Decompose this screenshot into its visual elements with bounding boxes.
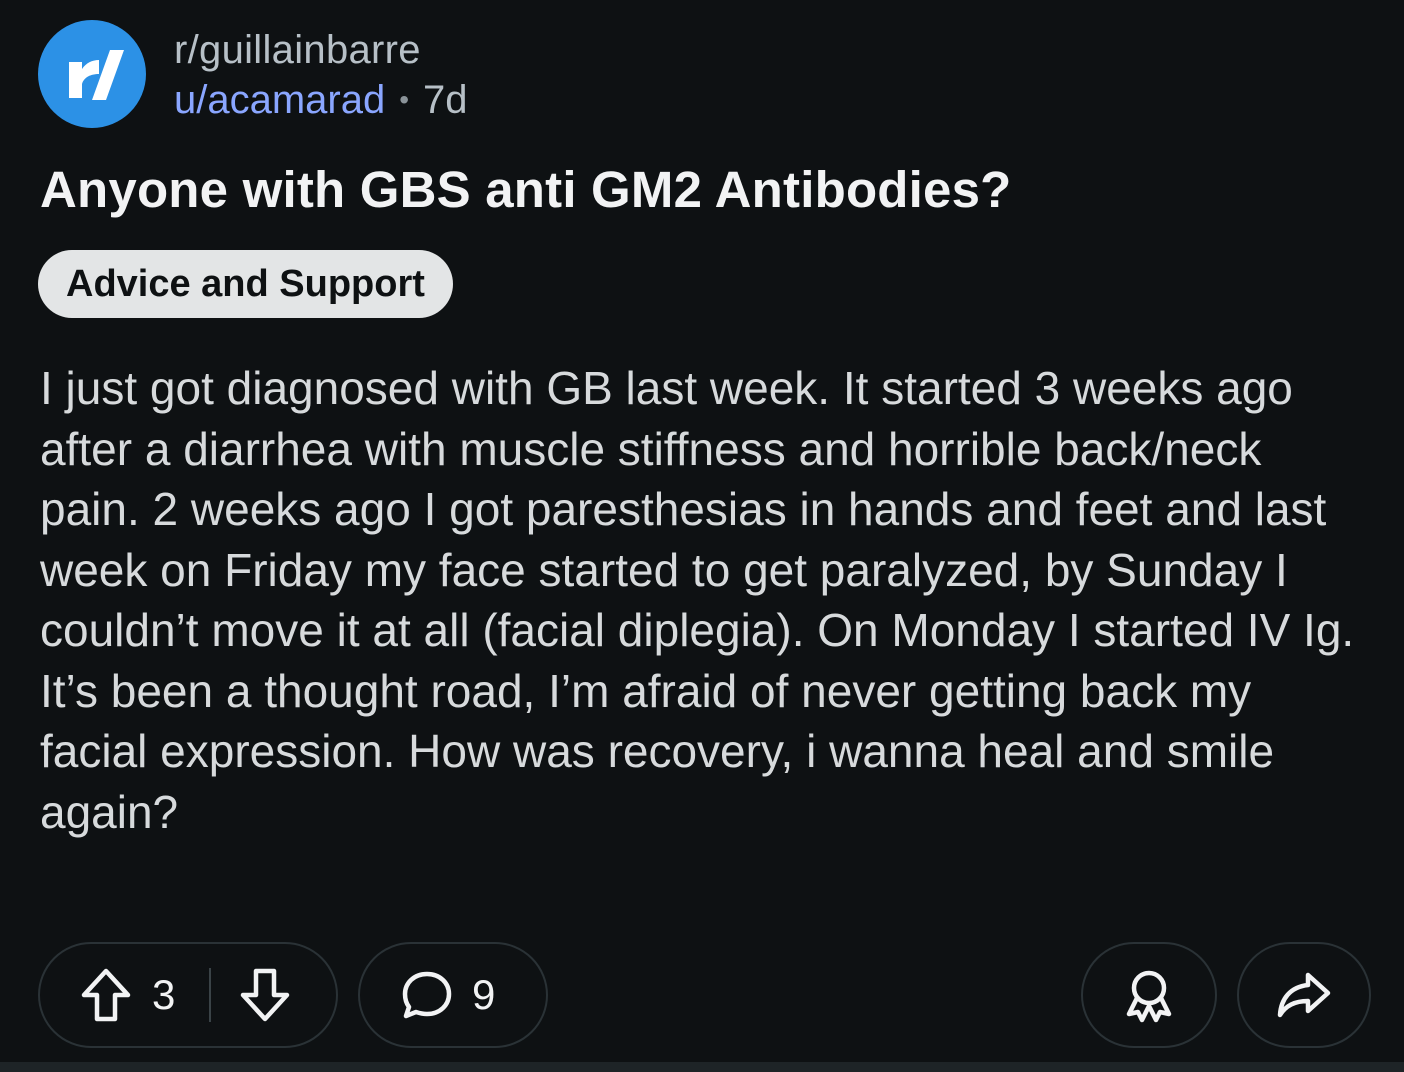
vote-bar: 3 bbox=[38, 942, 338, 1048]
bottom-divider-bar bbox=[0, 1062, 1404, 1072]
meta-separator: • bbox=[399, 84, 410, 115]
post-card: r/guillainbarre u/acamarad • 7d Anyone w… bbox=[0, 0, 1404, 1062]
comment-button[interactable]: 9 bbox=[358, 942, 548, 1048]
comment-count: 9 bbox=[472, 971, 496, 1018]
post-body: I just got diagnosed with GB last week. … bbox=[40, 362, 1355, 838]
subreddit-name[interactable]: r/guillainbarre bbox=[174, 26, 468, 74]
vote-divider bbox=[209, 968, 212, 1022]
upvote-count: 3 bbox=[152, 971, 176, 1018]
downvote-arrow-icon[interactable] bbox=[237, 965, 293, 1025]
share-button[interactable] bbox=[1237, 942, 1371, 1048]
post-meta: r/guillainbarre u/acamarad • 7d bbox=[174, 26, 468, 124]
subreddit-avatar[interactable] bbox=[38, 20, 146, 128]
author-username[interactable]: u/acamarad bbox=[174, 76, 385, 124]
comment-bubble-icon bbox=[398, 966, 456, 1024]
award-icon bbox=[1119, 964, 1179, 1026]
award-button[interactable] bbox=[1081, 942, 1217, 1048]
post-title[interactable]: Anyone with GBS anti GM2 Antibodies? bbox=[40, 158, 1370, 222]
post-flair[interactable]: Advice and Support bbox=[38, 250, 453, 318]
reddit-r-logo-icon bbox=[69, 50, 124, 100]
share-arrow-icon bbox=[1274, 967, 1334, 1023]
upvote-arrow-icon[interactable] bbox=[78, 965, 134, 1025]
post-age: 7d bbox=[423, 78, 468, 122]
author-line: u/acamarad • 7d bbox=[174, 76, 468, 124]
